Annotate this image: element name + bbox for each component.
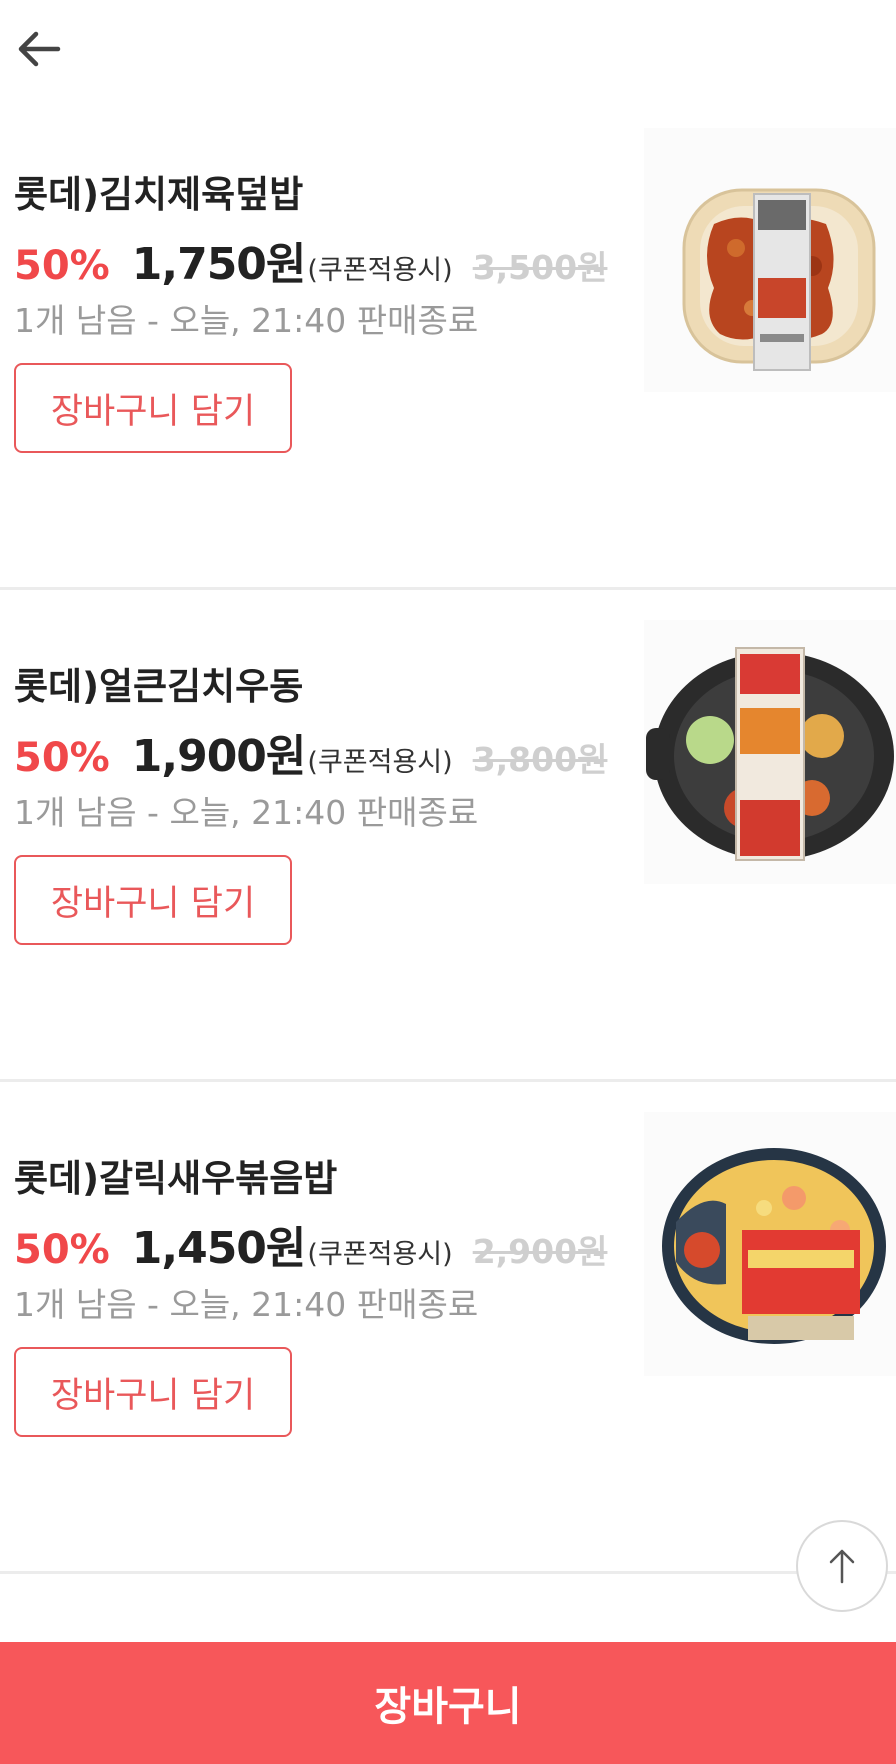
discount-rate: 50% [14, 735, 110, 781]
discount-rate: 50% [14, 243, 110, 289]
product-name[interactable]: 롯데)갈릭새우볶음밥 [14, 1148, 337, 1202]
spicy-kimchi-udon-image [644, 620, 896, 884]
scroll-top-button[interactable] [796, 1520, 888, 1612]
original-price: 2,900원 [472, 1232, 608, 1271]
kimchi-pork-rice-bowl-image [644, 128, 896, 392]
add-to-cart-button[interactable]: 장바구니 담기 [14, 1347, 292, 1437]
add-to-cart-button[interactable]: 장바구니 담기 [14, 855, 292, 945]
original-price: 3,500원 [472, 248, 608, 287]
divider [0, 1571, 896, 1574]
stock-info: 1개 남음 - 오늘, 21:40 판매종료 [14, 1285, 479, 1324]
stock-info: 1개 남음 - 오늘, 21:40 판매종료 [14, 793, 479, 832]
divider [0, 1079, 896, 1082]
garlic-shrimp-fried-rice-image [644, 1112, 896, 1376]
product-card: 롯데)김치제육덮밥 50% 1,750원 (쿠폰적용시) 3,500원 1개 남… [0, 100, 896, 590]
product-card: 롯데)얼큰김치우동 50% 1,900원 (쿠폰적용시) 3,800원 1개 남… [0, 592, 896, 1082]
price-row: 50% 1,450원 (쿠폰적용시) 2,900원 [14, 1212, 607, 1276]
coupon-note: (쿠폰적용시) [307, 255, 453, 286]
divider [0, 587, 896, 590]
coupon-note: (쿠폰적용시) [307, 1239, 453, 1270]
discount-rate: 50% [14, 1227, 110, 1273]
product-name[interactable]: 롯데)김치제육덮밥 [14, 164, 303, 218]
sale-price: 1,900원 [131, 731, 307, 782]
stock-info: 1개 남음 - 오늘, 21:40 판매종료 [14, 301, 479, 340]
product-image[interactable] [644, 1112, 896, 1376]
product-name[interactable]: 롯데)얼큰김치우동 [14, 656, 303, 710]
sale-price: 1,450원 [131, 1223, 307, 1274]
top-bar [0, 0, 896, 100]
product-image[interactable] [644, 620, 896, 884]
price-row: 50% 1,750원 (쿠폰적용시) 3,500원 [14, 228, 607, 292]
sale-price: 1,750원 [131, 239, 307, 290]
original-price: 3,800원 [472, 740, 608, 779]
arrow-left-icon [18, 31, 61, 67]
product-card: 롯데)갈릭새우볶음밥 50% 1,450원 (쿠폰적용시) 2,900원 1개 … [0, 1084, 896, 1574]
coupon-note: (쿠폰적용시) [307, 747, 453, 778]
back-button[interactable] [12, 22, 66, 76]
cart-button[interactable]: 장바구니 [0, 1642, 896, 1764]
price-row: 50% 1,900원 (쿠폰적용시) 3,800원 [14, 720, 607, 784]
arrow-up-icon [829, 1549, 855, 1584]
add-to-cart-button[interactable]: 장바구니 담기 [14, 363, 292, 453]
product-image[interactable] [644, 128, 896, 392]
